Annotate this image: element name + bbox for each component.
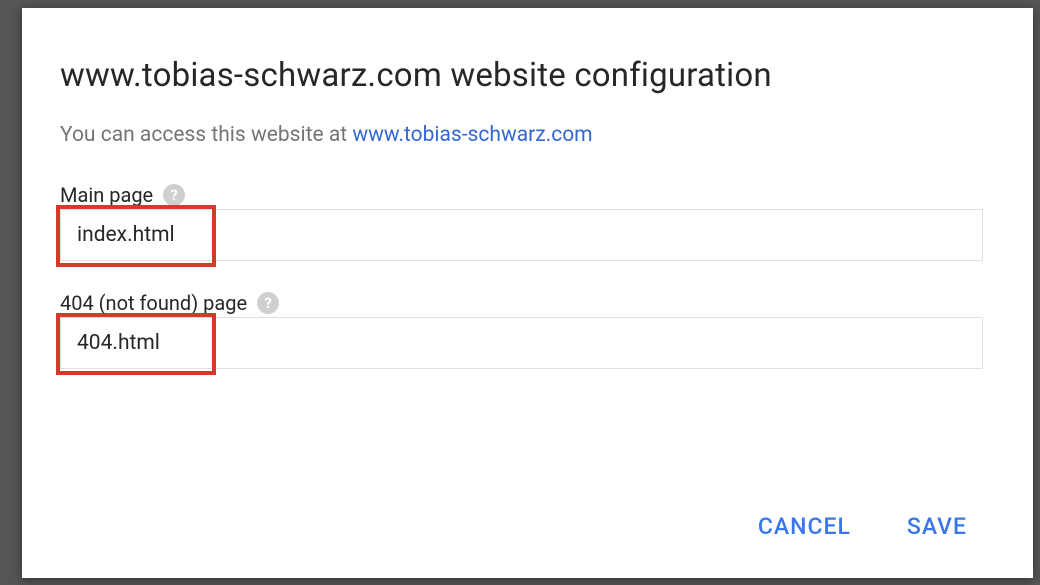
website-configuration-dialog: www.tobias-schwarz.com website configura… [22, 8, 1033, 578]
cancel-button[interactable]: CANCEL [754, 507, 855, 546]
save-button[interactable]: SAVE [903, 507, 971, 546]
dialog-title: www.tobias-schwarz.com website configura… [60, 56, 983, 95]
subtitle-prefix: You can access this website at [60, 123, 352, 147]
not-found-label-row: 404 (not found) page ? [60, 291, 983, 315]
main-page-label: Main page [60, 183, 153, 207]
main-page-input[interactable] [60, 209, 983, 261]
dialog-subtitle: You can access this website at www.tobia… [60, 123, 983, 147]
not-found-field-group: 404 (not found) page ? [60, 291, 983, 369]
main-page-label-row: Main page ? [60, 183, 983, 207]
not-found-input[interactable] [60, 317, 983, 369]
main-page-input-wrap [60, 209, 983, 261]
help-icon[interactable]: ? [257, 292, 279, 314]
website-link[interactable]: www.tobias-schwarz.com [352, 123, 592, 147]
help-icon[interactable]: ? [163, 184, 185, 206]
main-page-field-group: Main page ? [60, 183, 983, 261]
not-found-input-wrap [60, 317, 983, 369]
not-found-label: 404 (not found) page [60, 291, 247, 315]
dialog-actions: CANCEL SAVE [60, 507, 983, 546]
